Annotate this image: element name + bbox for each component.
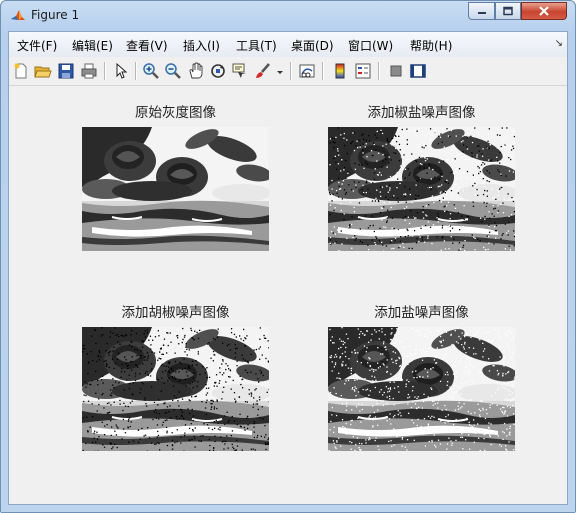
toolbar-separator — [135, 62, 137, 80]
new-figure-icon[interactable] — [12, 62, 30, 80]
toolbar-separator — [290, 62, 292, 80]
toolbar-separator — [104, 62, 106, 80]
pointer-icon[interactable] — [112, 62, 130, 80]
brush-dropdown-icon[interactable] — [271, 62, 283, 80]
subplot-title-pepper: 添加胡椒噪声图像 — [121, 305, 230, 321]
figure-window: Figure 1 文件(F) 编辑(E) 查看(V) 插入(I) 工具(T) 桌… — [0, 0, 576, 513]
rose-image-salt-pepper — [328, 127, 518, 252]
zoom-out-icon[interactable] — [164, 62, 182, 80]
pan-icon[interactable] — [187, 62, 205, 80]
menu-tools[interactable]: 工具(T) — [236, 37, 277, 54]
rotate-3d-icon[interactable] — [209, 62, 227, 80]
subplot-axes-original[interactable] — [82, 127, 272, 251]
subplot-axes-salt-pepper[interactable] — [328, 127, 518, 252]
maximize-icon — [503, 6, 513, 16]
subplot-title-salt-pepper: 添加椒盐噪声图像 — [367, 105, 476, 121]
close-button[interactable] — [521, 2, 567, 20]
menu-bar: 文件(F) 编辑(E) 查看(V) 插入(I) 工具(T) 桌面(D) 窗口(W… — [9, 32, 567, 58]
menu-help[interactable]: 帮助(H) — [410, 37, 452, 54]
menu-file[interactable]: 文件(F) — [17, 37, 57, 54]
minimize-button[interactable] — [468, 2, 495, 20]
close-icon — [539, 6, 549, 16]
hide-plot-tools-icon[interactable] — [387, 62, 405, 80]
print-icon[interactable] — [80, 62, 98, 80]
subplot-axes-salt[interactable] — [328, 327, 518, 452]
toolbar — [9, 57, 567, 86]
show-plot-tools-icon[interactable] — [409, 62, 427, 80]
open-file-icon[interactable] — [34, 62, 52, 80]
save-icon[interactable] — [57, 62, 75, 80]
title-bar[interactable]: Figure 1 — [1, 1, 575, 31]
link-plot-icon[interactable] — [298, 62, 316, 80]
brush-icon[interactable] — [254, 62, 272, 80]
rose-image-original — [82, 127, 272, 251]
figure-canvas[interactable]: 原始灰度图像 添加椒盐噪声图像 添加胡椒噪声图像 添加盐噪声图像 — [9, 86, 567, 504]
subplot-title-salt: 添加盐噪声图像 — [374, 305, 469, 321]
rose-image-pepper — [82, 327, 272, 453]
legend-icon[interactable] — [354, 62, 372, 80]
rose-image-salt — [328, 327, 518, 452]
menu-dock-arrow-icon[interactable]: ↘ — [555, 38, 563, 49]
data-cursor-icon[interactable] — [231, 62, 249, 80]
zoom-in-icon[interactable] — [142, 62, 160, 80]
menu-view[interactable]: 查看(V) — [126, 37, 168, 54]
matlab-icon — [10, 8, 26, 24]
colorbar-icon[interactable] — [331, 62, 349, 80]
figure-client-area: 文件(F) 编辑(E) 查看(V) 插入(I) 工具(T) 桌面(D) 窗口(W… — [8, 31, 568, 505]
minimize-icon — [477, 12, 486, 14]
menu-edit[interactable]: 编辑(E) — [72, 37, 113, 54]
maximize-button[interactable] — [495, 2, 521, 20]
menu-window[interactable]: 窗口(W) — [348, 37, 393, 54]
toolbar-separator — [322, 62, 324, 80]
subplot-axes-pepper[interactable] — [82, 327, 272, 453]
subplot-title-original: 原始灰度图像 — [135, 105, 216, 121]
toolbar-separator — [378, 62, 380, 80]
menu-desktop[interactable]: 桌面(D) — [291, 37, 334, 54]
window-title: Figure 1 — [31, 8, 80, 22]
menu-insert[interactable]: 插入(I) — [183, 37, 220, 54]
